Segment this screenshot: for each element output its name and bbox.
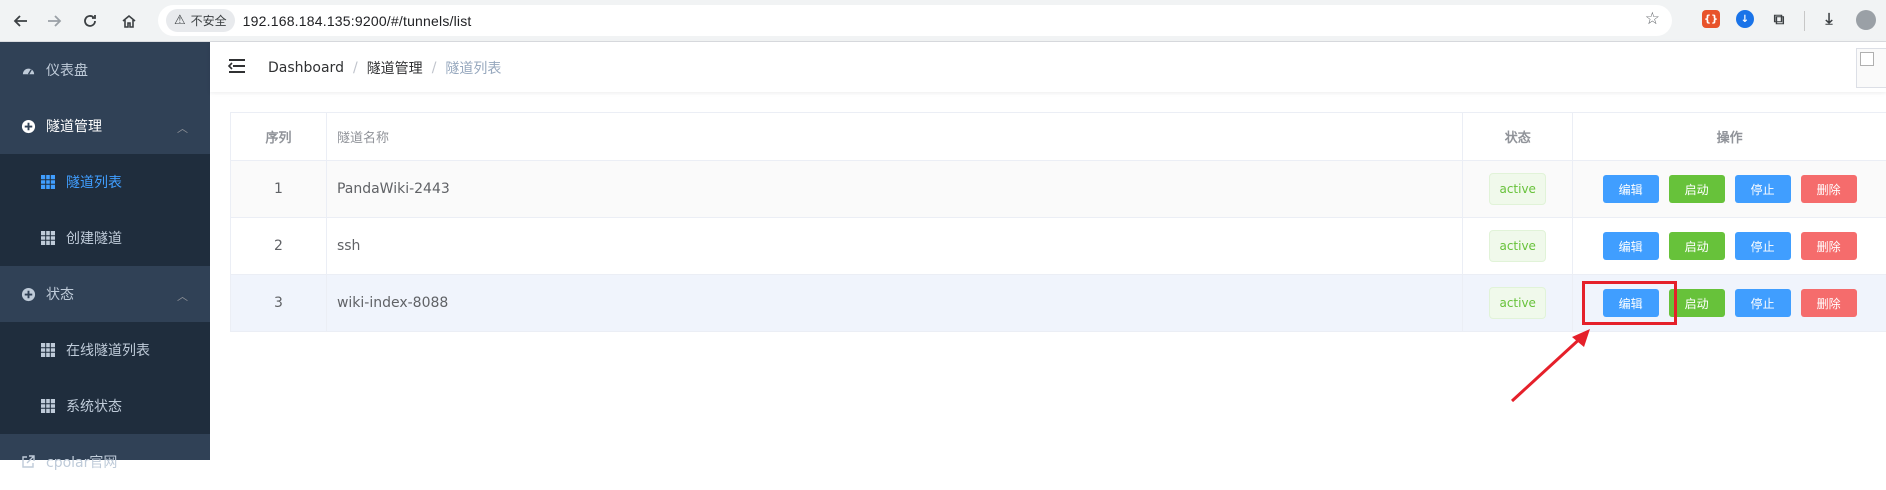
row-index: 2: [231, 218, 327, 274]
delete-button[interactable]: 删除: [1800, 289, 1857, 317]
circle-plus-icon: [20, 286, 36, 302]
top-navbar: Dashboard / 隧道管理 / 隧道列表: [210, 42, 1886, 92]
extension-download-icon[interactable]: ↓: [1736, 10, 1754, 28]
breadcrumb-tunnel-management[interactable]: 隧道管理: [367, 58, 423, 78]
table-row: 2 ssh active 编辑 启动 停止 删除: [231, 218, 1886, 275]
header-status: 状态: [1463, 113, 1574, 160]
sidebar-item-dashboard[interactable]: 仪表盘: [0, 42, 210, 98]
stop-button[interactable]: 停止: [1734, 289, 1791, 317]
header-tunnel-name: 隧道名称: [327, 113, 1464, 160]
extension-icon[interactable]: ⧉: [1770, 10, 1788, 28]
row-tunnel-name: wiki-index-8088: [327, 275, 1464, 331]
status-badge: active: [1489, 173, 1546, 205]
grid-icon: [40, 230, 56, 246]
breadcrumb-tunnel-list: 隧道列表: [445, 61, 502, 77]
header-actions: 操作: [1716, 131, 1743, 146]
grid-icon: [40, 342, 56, 358]
status-badge: active: [1489, 230, 1546, 262]
circle-plus-icon: [20, 118, 36, 134]
sidebar-item-system-status[interactable]: 系统状态: [0, 378, 210, 434]
stop-button[interactable]: 停止: [1734, 232, 1791, 260]
grid-icon: [40, 174, 56, 190]
browser-toolbar: ⚠ 不安全 192.168.184.135:9200/#/tunnels/lis…: [0, 0, 1886, 42]
sidebar-item-label: cpolar官网: [46, 455, 118, 471]
sidebar-item-label: 仪表盘: [46, 63, 88, 79]
table-header-row: 序列 隧道名称 状态 操作: [231, 113, 1886, 161]
external-link-icon: [20, 454, 36, 470]
edit-button[interactable]: 编辑: [1602, 232, 1659, 260]
forward-icon[interactable]: [40, 7, 68, 35]
back-icon[interactable]: [7, 7, 35, 35]
home-icon[interactable]: [115, 7, 143, 35]
annotation-highlight-box: [1582, 281, 1677, 325]
sidebar-item-cpolar-site[interactable]: cpolar官网: [0, 434, 210, 490]
breadcrumb-separator: /: [431, 60, 437, 76]
sidebar-item-label: 在线隧道列表: [66, 343, 150, 359]
sidebar-item-label: 隧道列表: [66, 175, 122, 191]
annotation-arrow: [1510, 329, 1590, 403]
row-actions: 编辑 启动 停止 删除: [1573, 161, 1886, 217]
breadcrumb-separator: /: [352, 60, 358, 76]
menu-fold-icon[interactable]: [227, 57, 247, 75]
row-status-cell: active: [1463, 275, 1574, 331]
broken-image-icon: [1860, 52, 1874, 66]
delete-button[interactable]: 删除: [1800, 175, 1857, 203]
row-tunnel-name: PandaWiki-2443: [327, 161, 1464, 217]
chevron-up-icon: ︿: [177, 290, 188, 303]
delete-button[interactable]: 删除: [1800, 232, 1857, 260]
address-bar[interactable]: ⚠ 不安全 192.168.184.135:9200/#/tunnels/lis…: [158, 5, 1672, 36]
table-row: 1 PandaWiki-2443 active 编辑 启动 停止 删除: [231, 161, 1886, 218]
stop-button[interactable]: 停止: [1734, 175, 1791, 203]
sidebar-item-label: 隧道管理: [46, 119, 102, 135]
profile-icon[interactable]: [1856, 10, 1876, 30]
row-status-cell: active: [1463, 218, 1574, 274]
row-index: 3: [231, 275, 327, 331]
star-icon[interactable]: ☆: [1645, 9, 1660, 29]
insecure-label: 不安全: [190, 14, 227, 28]
extension-json-icon[interactable]: {}: [1702, 10, 1720, 28]
row-status-cell: active: [1463, 161, 1574, 217]
url-text[interactable]: 192.168.184.135:9200/#/tunnels/list: [243, 13, 472, 29]
sidebar-item-tunnel-management[interactable]: 隧道管理 ︿: [0, 98, 210, 154]
breadcrumb: Dashboard / 隧道管理 / 隧道列表: [268, 58, 501, 78]
edit-button[interactable]: 编辑: [1602, 175, 1659, 203]
sidebar-item-label: 创建隧道: [66, 231, 122, 247]
sidebar-item-online-tunnels[interactable]: 在线隧道列表: [0, 322, 210, 378]
dashboard-icon: [20, 62, 36, 78]
row-actions: 编辑 启动 停止 删除: [1573, 218, 1886, 274]
main-content: Dashboard / 隧道管理 / 隧道列表 序列 隧道名称 状态 操作 1 …: [210, 42, 1886, 460]
reload-icon[interactable]: [76, 7, 104, 35]
sidebar-item-status[interactable]: 状态 ︿: [0, 266, 210, 322]
start-button[interactable]: 启动: [1668, 175, 1725, 203]
sidebar-item-label: 系统状态: [66, 399, 122, 415]
toolbar-divider: [1804, 11, 1805, 31]
sidebar-item-create-tunnel[interactable]: 创建隧道: [0, 210, 210, 266]
row-tunnel-name: ssh: [327, 218, 1464, 274]
status-badge: active: [1489, 287, 1546, 319]
breadcrumb-dashboard[interactable]: Dashboard: [268, 60, 344, 76]
chevron-up-icon: ︿: [177, 122, 188, 135]
header-index: 序列: [231, 113, 327, 160]
warning-icon: ⚠: [174, 13, 186, 28]
row-index: 1: [231, 161, 327, 217]
security-indicator[interactable]: ⚠ 不安全: [166, 9, 235, 32]
start-button[interactable]: 启动: [1668, 232, 1725, 260]
sidebar-item-label: 状态: [46, 287, 74, 303]
avatar[interactable]: [1856, 48, 1886, 88]
download-icon[interactable]: ⤓: [1820, 9, 1838, 28]
grid-icon: [40, 398, 56, 414]
sidebar: 仪表盘 隧道管理 ︿ 隧道列表 创建隧道 状态 ︿ 在线隧道列表 系统状态 cp…: [0, 42, 210, 471]
sidebar-item-tunnel-list[interactable]: 隧道列表: [0, 154, 210, 210]
